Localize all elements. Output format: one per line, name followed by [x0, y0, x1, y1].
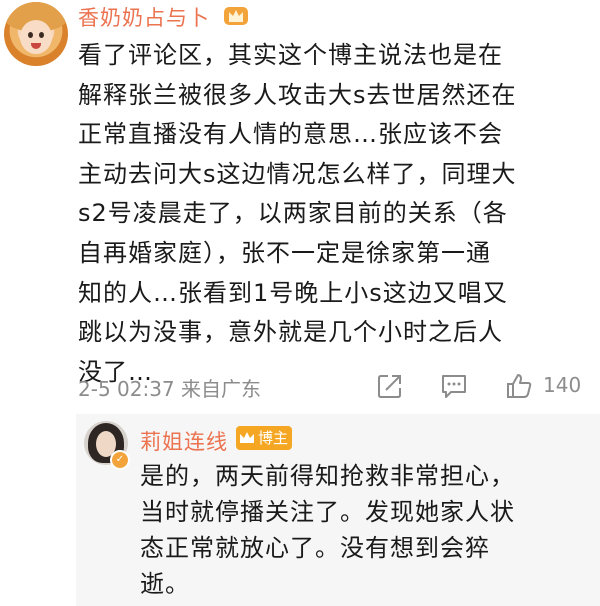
vip-crown-icon: [224, 7, 248, 25]
reply-text: 是的，两天前得知抢救非常担心， 当时就停播关注了。发现她家人状 态正常就放心了。…: [140, 462, 515, 598]
comment-username[interactable]: 香奶奶占与卜: [78, 2, 210, 32]
thumbs-up-icon[interactable]: [505, 372, 533, 400]
like-count: 140: [543, 373, 582, 397]
comment-meta: 2-5 02:37 来自广东: [78, 377, 262, 401]
verified-badge-icon: ✓: [110, 450, 130, 470]
blogger-badge-label: 博主: [258, 429, 289, 447]
comment-icon[interactable]: [440, 372, 468, 400]
reply-username[interactable]: 莉姐连线: [140, 426, 228, 456]
user-avatar[interactable]: [4, 2, 68, 66]
blogger-badge: 博主: [236, 426, 293, 450]
share-icon[interactable]: [376, 372, 404, 400]
crown-icon: [240, 432, 254, 443]
comment-text: 看了评论区，其实这个博主说法也是在 解释张兰被很多人攻击大s去世居然还在 正常直…: [78, 41, 517, 386]
